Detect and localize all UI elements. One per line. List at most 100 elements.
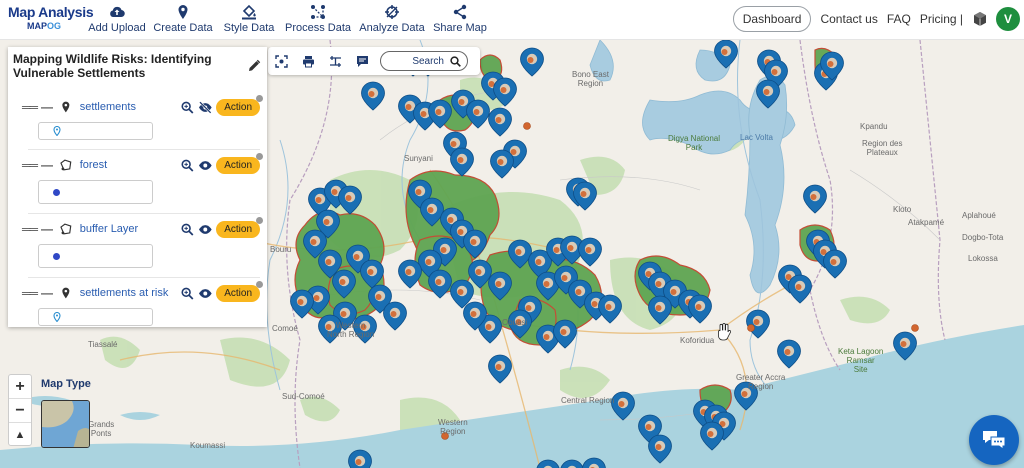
layer-legend: [38, 244, 153, 268]
map-label: Koumassi: [190, 441, 226, 450]
menu-add-upload[interactable]: Add Upload: [84, 4, 150, 34]
map-label: Obuasi: [502, 318, 528, 327]
eye-slash-icon[interactable]: [198, 100, 213, 114]
layer-action-button[interactable]: Action: [216, 152, 264, 174]
map-label: Bouru: [270, 245, 292, 254]
map-toolbar: Search: [268, 47, 480, 75]
contact-link[interactable]: Contact us: [820, 12, 877, 26]
options-dot[interactable]: [256, 280, 264, 288]
dashboard-button[interactable]: Dashboard: [732, 6, 812, 32]
layer-name[interactable]: buffer Layer: [80, 223, 181, 235]
reset-north-button[interactable]: ▲: [9, 423, 31, 447]
settlement-pin-icon[interactable]: [348, 449, 372, 468]
eye-icon[interactable]: [198, 159, 213, 172]
cloud-upload-icon: [110, 6, 125, 18]
zoom-controls: + − ▲: [8, 374, 32, 446]
menu-style-data[interactable]: Style Data: [216, 4, 282, 34]
print-button[interactable]: [295, 47, 322, 75]
menu-label: Style Data: [223, 22, 275, 34]
layer-row-buffer[interactable]: ══ — buffer Layer Action: [22, 216, 264, 240]
map-label: Aplahoué: [962, 211, 996, 220]
menu-label: Share Map: [433, 22, 487, 34]
fit-extent-button[interactable]: [268, 47, 295, 75]
eye-icon[interactable]: [198, 223, 213, 236]
measure-button[interactable]: [322, 47, 349, 75]
layer-name[interactable]: settlements: [80, 101, 181, 113]
zoom-out-button[interactable]: −: [9, 399, 31, 423]
layer-divider: [28, 277, 260, 278]
map-label: Lokossa: [968, 254, 998, 263]
user-avatar[interactable]: V: [996, 7, 1020, 31]
map-type-thumbnail[interactable]: [41, 400, 90, 448]
map-label: Bono East Region: [572, 70, 609, 88]
collapse-icon[interactable]: —: [41, 100, 53, 114]
drag-handle-icon[interactable]: ══: [22, 222, 38, 236]
map-label: Kpandu: [860, 122, 888, 131]
zoom-to-layer-icon[interactable]: [181, 287, 194, 300]
drag-handle-icon[interactable]: ══: [22, 158, 38, 172]
map-label: Koforidua: [680, 336, 715, 345]
brand-sub-b: OG: [46, 21, 61, 31]
faq-link[interactable]: FAQ: [887, 12, 911, 26]
pricing-link[interactable]: Pricing |: [920, 12, 963, 26]
collapse-icon[interactable]: —: [41, 286, 53, 300]
layer-action-button[interactable]: Action: [216, 280, 264, 302]
map-label: Digya National Park: [668, 134, 721, 152]
polygon-layer-icon: [60, 159, 72, 171]
layer-panel: Mapping Wildlife Risks: Identifying Vuln…: [8, 47, 267, 327]
layer-row-settlements-at-risk[interactable]: ══ — settlements at risk Action: [22, 280, 264, 304]
map-label: Keta Lagoon Ramsar Site: [838, 347, 884, 374]
collapse-icon[interactable]: —: [41, 222, 53, 236]
action-label: Action: [224, 159, 253, 171]
menu-label: Process Data: [284, 22, 352, 34]
risk-point-marker[interactable]: [747, 324, 755, 332]
point-layer-icon: [62, 287, 70, 299]
cube-icon[interactable]: [972, 11, 988, 27]
layer-divider: [28, 213, 260, 214]
options-dot[interactable]: [256, 152, 264, 160]
map-label: Western North Region: [327, 321, 375, 339]
chat-icon: [983, 431, 1006, 450]
map-label: Sud-Comoé: [282, 392, 325, 401]
drag-handle-icon[interactable]: ══: [22, 100, 38, 114]
chat-support-button[interactable]: [969, 415, 1019, 465]
layer-action-button[interactable]: Action: [216, 94, 264, 116]
legend-pin-icon: [53, 312, 61, 322]
map-label: Tiassalé: [88, 340, 118, 349]
options-dot[interactable]: [256, 94, 264, 102]
collapse-icon[interactable]: —: [41, 158, 53, 172]
zoom-to-layer-icon[interactable]: [181, 159, 194, 172]
layer-name[interactable]: settlements at risk: [80, 287, 181, 299]
drag-handle-icon[interactable]: ══: [22, 286, 38, 300]
action-label: Action: [224, 101, 253, 113]
risk-point-marker[interactable]: [911, 324, 919, 332]
map-label: Central Region: [561, 396, 615, 405]
edit-pencil-icon[interactable]: [247, 59, 261, 73]
layer-action-button[interactable]: Action: [216, 216, 264, 238]
menu-label: Create Data: [153, 22, 213, 34]
zoom-to-layer-icon[interactable]: [181, 101, 194, 114]
menu-process-data[interactable]: Process Data: [282, 4, 354, 34]
search-icon: [450, 55, 461, 67]
account-nav: Dashboard Contact us FAQ Pricing | V: [732, 6, 1020, 32]
search-input[interactable]: Search: [380, 51, 468, 71]
zoom-to-layer-icon[interactable]: [181, 223, 194, 236]
print-icon: [303, 55, 314, 67]
risk-point-marker[interactable]: [523, 122, 531, 130]
menu-share-map[interactable]: Share Map: [430, 4, 490, 34]
layer-row-forest[interactable]: ══ — forest Action: [22, 152, 264, 176]
legend-pin-icon: [53, 126, 61, 136]
top-navbar: Map Analysis MAPOG Add Upload Create Dat…: [0, 0, 1024, 40]
layer-name[interactable]: forest: [80, 159, 181, 171]
brand-logo[interactable]: Map Analysis MAPOG: [8, 4, 94, 31]
comment-button[interactable]: [349, 47, 376, 75]
menu-analyze-data[interactable]: Analyze Data: [354, 4, 430, 34]
eye-icon[interactable]: [198, 287, 213, 300]
menu-label: Analyze Data: [359, 22, 425, 34]
zoom-in-button[interactable]: +: [9, 375, 31, 399]
layer-row-settlements[interactable]: ══ — settlements Action: [22, 94, 264, 118]
legend-color-dot: [53, 188, 60, 196]
menu-create-data[interactable]: Create Data: [150, 4, 216, 34]
options-dot[interactable]: [256, 216, 264, 224]
map-label: Region des Plateaux: [862, 139, 903, 157]
